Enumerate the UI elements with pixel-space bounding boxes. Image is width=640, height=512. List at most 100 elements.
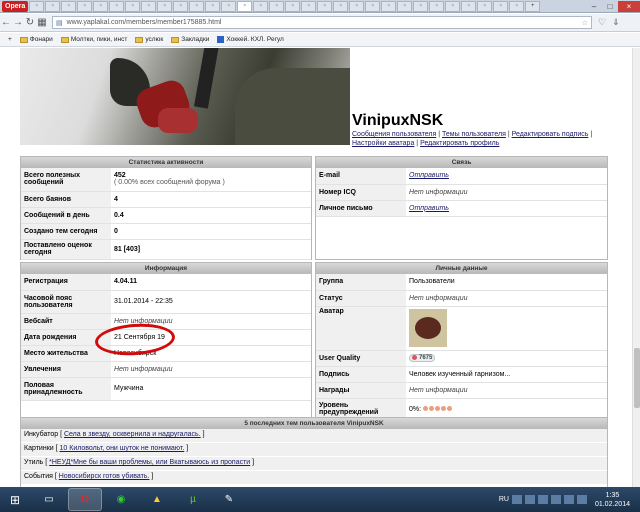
browser-tab[interactable]: ×	[413, 0, 429, 12]
browser-tab[interactable]: ×	[301, 0, 317, 12]
topic-link[interactable]: *НЕУД*Мне бы ваши проблемы, или Вкатываю…	[49, 459, 250, 466]
browser-tab[interactable]: ×	[317, 0, 333, 12]
browser-tab[interactable]: ×	[493, 0, 509, 12]
speed-dial-icon[interactable]: ▦	[36, 17, 48, 28]
list-item: Утиль [ *НЕУД*Мне бы ваши проблемы, или …	[21, 457, 607, 471]
browser-tab[interactable]: ×	[93, 0, 109, 12]
panel-title: 5 последних тем пользователя VinipuxNSK	[21, 418, 607, 429]
back-icon[interactable]: ←	[0, 17, 12, 28]
browser-tab[interactable]: ×	[349, 0, 365, 12]
tray-icon[interactable]	[550, 495, 561, 504]
taskbar: ⊞ ▭ O ◉ ▲ µ ✎ RU 1:35 01.02.2014	[0, 487, 640, 512]
browser-tab[interactable]: ×	[205, 0, 221, 12]
browser-tab-active[interactable]: ×	[237, 0, 253, 12]
panel-title: Информация	[21, 263, 311, 274]
panel-title: Статистика активности	[21, 157, 311, 168]
network-icon[interactable]	[563, 495, 574, 504]
maximize-icon[interactable]: □	[602, 1, 618, 12]
bookmark-item[interactable]: Молтки, пики, инст	[60, 36, 127, 43]
clock[interactable]: 1:35 01.02.2014	[595, 491, 630, 509]
topic-link[interactable]: Новосибирск готов убивать.	[59, 473, 150, 480]
browser-tab[interactable]: ×	[189, 0, 205, 12]
chrome-icon[interactable]: ◉	[104, 488, 138, 511]
topic-link[interactable]: 10 Киловольт, они шуток не понимают.	[60, 445, 185, 452]
user-quality-badge: 7675	[409, 353, 436, 362]
browser-tab[interactable]: ×	[61, 0, 77, 12]
download-icon[interactable]: ⇓	[612, 17, 620, 28]
browser-tab[interactable]: ×	[365, 0, 381, 12]
page-content: VinipuxNSK Сообщения пользователя | Темы…	[0, 48, 640, 487]
forward-icon[interactable]: →	[12, 17, 24, 28]
explorer-icon[interactable]: ▭	[32, 488, 66, 511]
browser-tab[interactable]: ×	[477, 0, 493, 12]
browser-tab[interactable]: ×	[509, 0, 525, 12]
table-row: Увлечения Нет информации	[21, 361, 311, 378]
browser-tab[interactable]: ×	[397, 0, 413, 12]
heart-icon[interactable]: ♡	[598, 17, 606, 28]
table-row: Дата рождения 21 Сентября 19	[21, 329, 311, 346]
new-tab-button[interactable]: +	[525, 0, 541, 12]
tray-icon[interactable]	[537, 495, 548, 504]
browser-tab[interactable]: ×	[125, 0, 141, 12]
bookmark-item[interactable]: Хоккей. КХЛ. Регул	[217, 36, 284, 43]
table-row: Сообщений в день 0.4	[21, 207, 311, 224]
bookmark-item[interactable]: услюк	[135, 36, 163, 43]
opera-icon[interactable]: O	[68, 488, 102, 511]
browser-tab[interactable]: ×	[285, 0, 301, 12]
browser-tab[interactable]: ×	[173, 0, 189, 12]
table-row: Половая принадлежность Мужчина	[21, 377, 311, 401]
reload-icon[interactable]: ↻	[24, 17, 36, 28]
table-row: Статус Нет информации	[316, 290, 607, 307]
table-row: Всего баянов 4	[21, 191, 311, 208]
browser-tab[interactable]: ×	[157, 0, 173, 12]
profile-links: Сообщения пользователя | Темы пользовате…	[352, 131, 593, 147]
scrollbar[interactable]	[632, 48, 640, 487]
paint-icon[interactable]: ✎	[212, 488, 246, 511]
browser-tab[interactable]: ×	[269, 0, 285, 12]
user-topics-link[interactable]: Темы пользователя	[442, 131, 506, 138]
browser-tab[interactable]: ×	[221, 0, 237, 12]
volume-icon[interactable]	[576, 495, 587, 504]
activity-panel: Статистика активности Всего полезных соо…	[20, 156, 312, 260]
star-icon[interactable]: ☆	[582, 19, 588, 27]
tray-icon[interactable]	[524, 495, 535, 504]
browser-tab[interactable]: ×	[381, 0, 397, 12]
address-bar: ← → ↻ ▦ ▤ www.yaplakal.com/members/membe…	[0, 14, 640, 32]
language-indicator[interactable]: RU	[499, 496, 509, 503]
send-pm-link[interactable]: Отправить	[409, 205, 449, 212]
browser-tab[interactable]: ×	[253, 0, 269, 12]
table-row: Поставлено оценок сегодня 81 [403]	[21, 239, 311, 260]
browser-tab[interactable]: ×	[29, 0, 45, 12]
topic-link[interactable]: Села в звезду, осквернила и надругалась.	[64, 431, 201, 438]
edit-signature-link[interactable]: Редактировать подпись	[512, 131, 589, 138]
user-posts-link[interactable]: Сообщения пользователя	[352, 131, 436, 138]
browser-tab[interactable]: ×	[77, 0, 93, 12]
minimize-icon[interactable]: –	[586, 1, 602, 12]
url-field[interactable]: ▤ www.yaplakal.com/members/member175885.…	[52, 16, 592, 29]
edit-profile-link[interactable]: Редактировать профиль	[420, 140, 499, 147]
bookmark-item[interactable]: Закладки	[171, 36, 209, 43]
browser-tab[interactable]: ×	[333, 0, 349, 12]
bookmark-item[interactable]: Фонари	[19, 36, 53, 43]
start-button-icon[interactable]: ⊞	[0, 489, 30, 511]
recent-topics-panel: 5 последних тем пользователя VinipuxNSK …	[20, 417, 608, 487]
close-icon[interactable]: ×	[618, 0, 640, 12]
table-row: Аватар	[316, 306, 607, 351]
browser-tab[interactable]: ×	[429, 0, 445, 12]
browser-tab[interactable]: ×	[141, 0, 157, 12]
browser-tab[interactable]: ×	[461, 0, 477, 12]
opera-menu-button[interactable]: Opera	[2, 0, 29, 12]
send-email-link[interactable]: Отправить	[409, 172, 449, 179]
table-row: Регистрация 4.04.11	[21, 274, 311, 291]
table-row: Вебсайт Нет информации	[21, 313, 311, 330]
utorrent-icon[interactable]: µ	[176, 488, 210, 511]
warning-level-indicator	[423, 405, 453, 411]
browser-tab[interactable]: ×	[445, 0, 461, 12]
batman-icon[interactable]: ▲	[140, 488, 174, 511]
browser-tab[interactable]: ×	[109, 0, 125, 12]
browser-tab[interactable]: ×	[45, 0, 61, 12]
bookmarks-add-icon[interactable]: +	[8, 36, 12, 43]
scrollbar-thumb[interactable]	[634, 348, 640, 408]
avatar-settings-link[interactable]: Настройки аватара	[352, 140, 414, 147]
tray-icon[interactable]	[511, 495, 522, 504]
